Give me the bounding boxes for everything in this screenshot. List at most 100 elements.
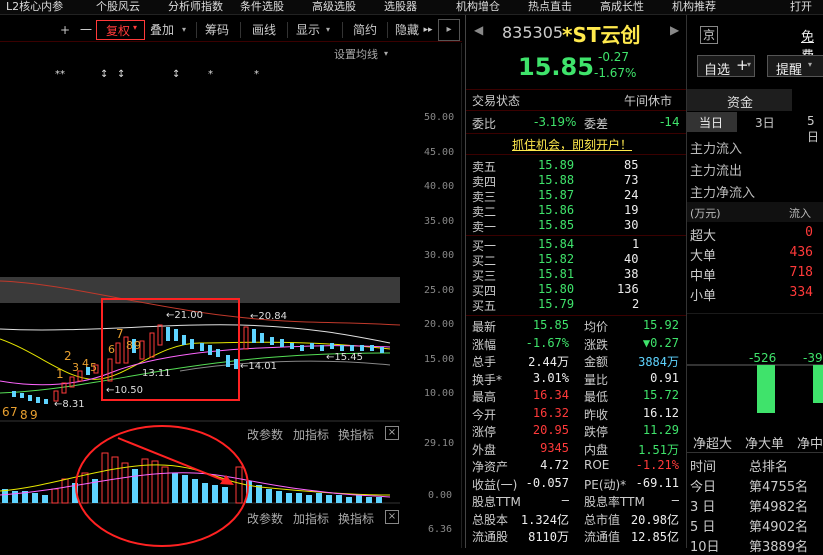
menu-gaocheng[interactable]: 高成长性 [600,0,644,14]
add-watchlist-button[interactable]: 自选 + ▾ [697,55,755,78]
quote-panel: ◀ 835305 *ST云创 ▶ 15.85 -0.27 -1.67% 交易状态… [465,15,686,548]
jianyue-button[interactable]: 简约 [351,20,379,40]
stat-label: 收益(一) [472,477,518,492]
flow-value: 436 [789,245,813,260]
chouma-button[interactable]: 筹码 [203,20,231,40]
menu-gegufengyun[interactable]: 个股风云 [96,0,140,14]
stat-value: 16.12 [642,405,679,420]
vol-jiazhibiao[interactable]: 加指标 [293,426,329,443]
flow-value: 334 [789,285,813,300]
chevron-right-icon[interactable]: ▸ [438,19,460,41]
wave-number: 4 [82,357,89,370]
stat-label: 外盘 [472,442,497,457]
main-inflow-label: 主力流入 [690,142,743,157]
ask-price: 15.85 [538,218,575,232]
rank-period: 今日 [690,480,717,495]
price-tick: 25.00 [424,285,455,296]
zoom-in-button[interactable]: + [57,20,73,40]
arrow-marker: ↕ [172,69,180,80]
stat-label: 流通股 [472,530,509,544]
lower-huanzhibiao[interactable]: 换指标 [338,510,374,527]
menu-tuijian[interactable]: 机构推荐 [672,0,716,14]
rank-value: 第4902名 [749,520,809,535]
bid-volume: 136 [617,282,639,296]
tab-3day[interactable]: 3日 [741,112,789,132]
stat-value: 8110万 [528,530,569,544]
promo-link[interactable]: 抓住机会，即刻开户！ [512,136,632,153]
volume-bars [2,452,382,504]
bar-label: 净大单 [745,437,785,452]
tab-5day[interactable]: 5日 [793,112,823,144]
annotation-low: ←10.50 [106,385,144,396]
annotation-low2: ←8.31 [54,399,85,410]
bid-volume: 1 [632,237,640,251]
vol-huanzhibiao[interactable]: 换指标 [338,426,374,443]
bar-value: -390 [803,351,823,365]
menu-xuanguqi[interactable]: 选股器 [384,0,417,14]
expand-icon[interactable]: ▸▸ [421,20,435,40]
vol-tick: 0.00 [428,490,453,501]
lower-jiazhibiao[interactable]: 加指标 [293,510,329,527]
stat-value: 15.92 [642,318,679,332]
stat-label: 最低 [584,390,609,404]
menu-open[interactable]: 打开 [790,0,812,14]
ask-label: 卖一 [472,220,497,234]
zoom-out-button[interactable]: 一 [78,20,94,40]
next-icon[interactable]: ▶ [670,23,679,37]
stat-label: 换手* [472,372,503,387]
rank-period: 10日 [690,540,720,555]
rank-value: 第4982名 [749,500,809,515]
star-marker: * [208,69,213,80]
menu-gaoji[interactable]: 高级选股 [312,0,356,14]
annotation-price: 13.11 [142,368,171,379]
status-label: 交易状态 [472,94,521,108]
menu-jigou[interactable]: 机构增仓 [456,0,500,14]
close-icon[interactable]: × [385,510,399,524]
wave-number: 8 [20,408,28,422]
candles [12,324,384,404]
stat-value: — [671,493,679,507]
menu-fenxishi[interactable]: 分析师指数 [168,0,223,14]
zijin-tab[interactable]: 资金 [687,89,792,111]
wave-number: 8 [126,339,133,352]
ask-volume: 30 [624,218,639,232]
lower-gaicanshu[interactable]: 改参数 [247,510,283,527]
bar-jingdadan [757,365,775,413]
lower-tick: 6.36 [428,524,453,535]
reminder-button[interactable]: 提醒 ▾ [767,55,823,78]
menu-redian[interactable]: 热点直击 [528,0,572,14]
fuquan-button[interactable]: 复权 ▾ [96,20,145,40]
stat-label: 量比 [584,372,609,387]
xianshi-button[interactable]: 显示 [294,20,322,40]
stat-label: 涨停 [472,425,497,439]
stat-label: 股息TTM [472,495,521,509]
kline-chart[interactable]: 设置均线 ▾ ** ↕ ↕ ↕ * * 50.00 45.00 40.00 35… [0,43,462,548]
yincang-button[interactable]: 隐藏 [393,20,421,40]
stat-label: ROE [584,458,610,472]
stat-value: 16.32 [532,405,569,420]
stat-value: -1.21% [635,458,679,472]
prev-icon[interactable]: ◀ [474,23,483,37]
unit-label: (万元) [690,207,721,220]
huaxian-button[interactable]: 画线 [250,20,278,40]
price-chart-svg: ** ↕ ↕ ↕ * * [0,43,462,548]
stat-value: 2.44万 [528,355,569,369]
tab-label: 当日 [699,116,724,130]
ask-price: 15.87 [538,188,575,202]
flow-value: 0 [805,225,813,240]
bar-jingzhongdan [813,365,823,403]
stat-value: 20.98亿 [630,512,679,527]
fuquan-label: 复权 [106,24,131,38]
menu-l2[interactable]: L2核心内参 [6,0,63,14]
vol-gaicanshu[interactable]: 改参数 [247,426,283,443]
fund-flow-panel: 京 免费 自选 + ▾ 提醒 ▾ 资金 当日 3日 5日 主力流入 主力流出 主… [686,15,823,555]
tab-today[interactable]: 当日 [687,112,737,132]
menu-tiaojian[interactable]: 条件选股 [240,0,284,14]
zijin-label: 资金 [727,96,754,111]
wave-number: 7 [116,327,124,341]
close-icon[interactable]: × [385,426,399,440]
stat-label: 流通值 [584,530,621,544]
bid-volume: 40 [624,252,639,266]
price-tick: 10.00 [424,388,455,399]
price-tick: 45.00 [424,147,455,158]
